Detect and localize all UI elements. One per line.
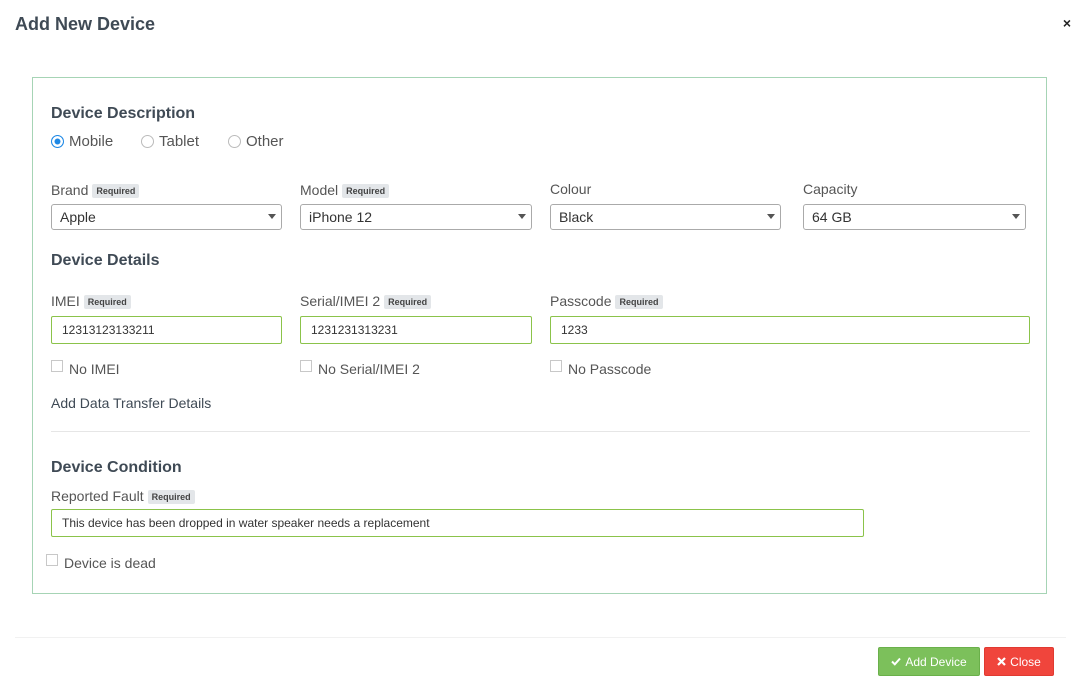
model-label: Model xyxy=(300,181,339,198)
capacity-label: Capacity xyxy=(803,181,858,197)
serial-label-group: Serial/IMEI 2 Required xyxy=(300,292,432,309)
colour-select-value: Black xyxy=(559,209,594,225)
radio-tablet-label: Tablet xyxy=(159,133,200,150)
close-icon[interactable]: × xyxy=(1063,15,1071,31)
brand-select-value: Apple xyxy=(60,209,96,225)
close-button[interactable]: Close xyxy=(984,647,1054,676)
serial-input[interactable]: 1231231313231 xyxy=(300,316,532,344)
colour-label: Colour xyxy=(550,181,592,197)
no-imei-checkbox[interactable]: No IMEI xyxy=(51,360,120,377)
device-form-panel: Device Description Mobile Tablet Other B… xyxy=(32,77,1047,594)
passcode-input[interactable]: 1233 xyxy=(550,316,1030,344)
radio-other-label: Other xyxy=(246,133,284,150)
check-icon xyxy=(891,657,902,666)
times-icon xyxy=(997,657,1006,666)
radio-mobile-label: Mobile xyxy=(69,133,114,150)
capacity-select-value: 64 GB xyxy=(812,209,852,225)
no-passcode-checkbox[interactable]: No Passcode xyxy=(550,360,652,377)
modal-header: Add New Device × xyxy=(0,0,1081,52)
chevron-down-icon xyxy=(1012,214,1020,219)
modal-title: Add New Device xyxy=(15,14,156,34)
no-imei-checkbox-box[interactable] xyxy=(51,360,63,372)
device-details-title: Device Details xyxy=(51,252,160,269)
device-dead-checkbox-box[interactable] xyxy=(46,554,58,566)
add-device-button[interactable]: Add Device xyxy=(878,647,980,676)
radio-tablet[interactable]: Tablet xyxy=(141,133,199,150)
device-dead-checkbox[interactable]: Device is dead xyxy=(46,554,156,571)
chevron-down-icon xyxy=(268,214,276,219)
no-serial-checkbox-box[interactable] xyxy=(300,360,312,372)
device-dead-label: Device is dead xyxy=(64,555,156,571)
no-passcode-checkbox-box[interactable] xyxy=(550,360,562,372)
passcode-label: Passcode xyxy=(550,292,612,309)
imei-label: IMEI xyxy=(51,292,80,309)
colour-label-group: Colour xyxy=(550,181,591,197)
close-label: Close xyxy=(1010,654,1041,669)
radio-other[interactable]: Other xyxy=(228,133,284,150)
imei-required-badge: Required xyxy=(83,295,131,309)
footer-divider xyxy=(15,637,1066,638)
no-serial-label: No Serial/IMEI 2 xyxy=(318,361,420,377)
radio-mobile-indicator[interactable] xyxy=(51,135,64,148)
chevron-down-icon xyxy=(767,214,775,219)
section-divider xyxy=(51,431,1030,432)
fault-label-group: Reported Fault Required xyxy=(51,487,195,504)
model-select-value: iPhone 12 xyxy=(309,209,373,225)
passcode-required-badge: Required xyxy=(615,295,663,309)
fault-required-badge: Required xyxy=(147,490,195,504)
model-select[interactable]: iPhone 12 xyxy=(300,204,532,230)
brand-select[interactable]: Apple xyxy=(51,204,282,230)
chevron-down-icon xyxy=(518,214,526,219)
serial-required-badge: Required xyxy=(384,295,432,309)
add-device-label: Add Device xyxy=(905,654,967,669)
brand-required-badge: Required xyxy=(92,184,140,198)
serial-label: Serial/IMEI 2 xyxy=(300,292,381,309)
fault-label: Reported Fault xyxy=(51,487,144,504)
add-data-transfer-link[interactable]: Add Data Transfer Details xyxy=(51,395,211,411)
reported-fault-input[interactable]: This device has been dropped in water sp… xyxy=(51,509,864,537)
imei-input[interactable]: 12313123133211 xyxy=(51,316,282,344)
no-imei-label: No IMEI xyxy=(69,361,120,377)
radio-tablet-indicator[interactable] xyxy=(141,135,154,148)
model-required-badge: Required xyxy=(342,184,390,198)
capacity-select[interactable]: 64 GB xyxy=(803,204,1026,230)
capacity-label-group: Capacity xyxy=(803,181,857,197)
colour-select[interactable]: Black xyxy=(550,204,781,230)
brand-label: Brand xyxy=(51,181,89,198)
imei-label-group: IMEI Required xyxy=(51,292,131,309)
device-condition-title: Device Condition xyxy=(51,459,182,476)
passcode-label-group: Passcode Required xyxy=(550,292,663,309)
radio-mobile[interactable]: Mobile xyxy=(51,133,113,150)
no-passcode-label: No Passcode xyxy=(568,361,652,377)
model-label-group: Model Required xyxy=(300,181,390,198)
radio-other-indicator[interactable] xyxy=(228,135,241,148)
no-serial-checkbox[interactable]: No Serial/IMEI 2 xyxy=(300,360,420,377)
brand-label-group: Brand Required xyxy=(51,181,140,198)
device-description-title: Device Description xyxy=(51,105,196,122)
